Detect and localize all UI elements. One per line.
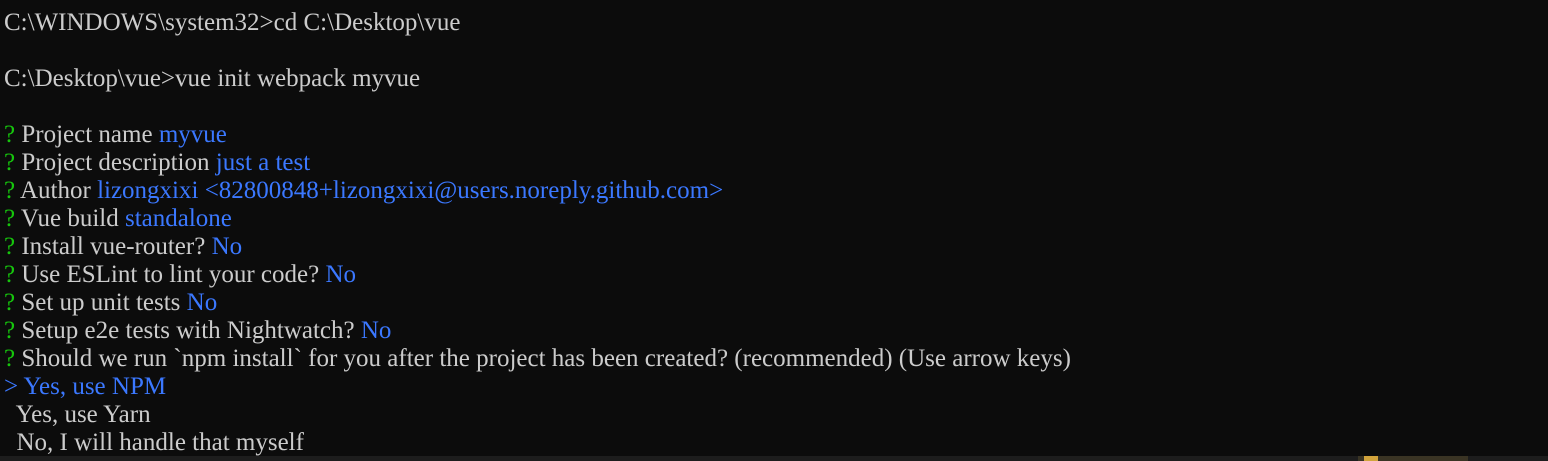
option-no-handle-myself[interactable]: No, I will handle that myself <box>4 429 1548 457</box>
command-prompt: C:\Desktop\vue> <box>4 65 176 92</box>
question-mark-icon: ? <box>4 121 16 148</box>
question-answer: myvue <box>158 121 227 148</box>
question-answer: No <box>211 233 243 260</box>
question-label: Should we run `npm install` for you afte… <box>21 345 1071 372</box>
question-mark-icon: ? <box>4 149 16 176</box>
command-prompt: C:\WINDOWS\system32> <box>4 9 274 36</box>
option-yes-yarn[interactable]: Yes, use Yarn <box>4 401 1548 429</box>
question-label: Author <box>19 177 98 204</box>
option-yes-npm[interactable]: > Yes, use NPM <box>4 373 1548 401</box>
command-line: C:\WINDOWS\system32>cd C:\Desktop\vue <box>4 9 1548 37</box>
question-label: Set up unit tests <box>21 289 187 316</box>
question-vue-router: ? Install vue-router? No <box>4 233 1548 261</box>
question-author: ? Author lizongxixi <82800848+lizongxixi… <box>4 177 1548 205</box>
question-answer: No <box>186 289 218 316</box>
command-line: C:\Desktop\vue>vue init webpack myvue <box>4 65 1548 93</box>
question-mark-icon: ? <box>4 205 16 232</box>
question-answer: standalone <box>124 205 232 232</box>
question-project-description: ? Project description just a test <box>4 149 1548 177</box>
console-window[interactable]: C:\WINDOWS\system32>cd C:\Desktop\vue C:… <box>0 0 1548 461</box>
question-answer: just a test <box>215 149 311 176</box>
folder-icon <box>1364 456 1378 461</box>
question-npm-install: ? Should we run `npm install` for you af… <box>4 345 1548 373</box>
taskbar-item <box>1358 456 1468 461</box>
question-mark-icon: ? <box>4 289 16 316</box>
question-eslint: ? Use ESLint to lint your code? No <box>4 261 1548 289</box>
question-e2e-tests: ? Setup e2e tests with Nightwatch? No <box>4 317 1548 345</box>
question-answer: No <box>325 261 357 288</box>
question-answer: No <box>360 317 392 344</box>
question-vue-build: ? Vue build standalone <box>4 205 1548 233</box>
option-label: Yes, use NPM <box>23 373 167 400</box>
command-text: vue init webpack myvue <box>175 65 421 92</box>
question-project-name: ? Project name myvue <box>4 121 1548 149</box>
option-label: No, I will handle that myself <box>16 429 304 456</box>
command-text: cd C:\Desktop\vue <box>273 9 461 36</box>
question-label: Use ESLint to lint your code? <box>21 261 326 288</box>
question-label: Setup e2e tests with Nightwatch? <box>21 317 361 344</box>
question-mark-icon: ? <box>4 233 16 260</box>
question-mark-icon: ? <box>4 261 16 288</box>
question-unit-tests: ? Set up unit tests No <box>4 289 1548 317</box>
question-mark-icon: ? <box>4 317 16 344</box>
question-mark-icon: ? <box>4 345 16 372</box>
question-answer: lizongxixi <82800848+lizongxixi@users.no… <box>97 177 724 204</box>
taskbar-edge <box>0 456 1548 461</box>
question-mark-icon: ? <box>4 177 16 204</box>
option-label: Yes, use Yarn <box>15 401 151 428</box>
question-label: Install vue-router? <box>21 233 212 260</box>
pointer-icon: > <box>4 373 19 400</box>
question-label: Project name <box>21 121 159 148</box>
question-label: Project description <box>21 149 216 176</box>
question-label: Vue build <box>20 205 125 232</box>
